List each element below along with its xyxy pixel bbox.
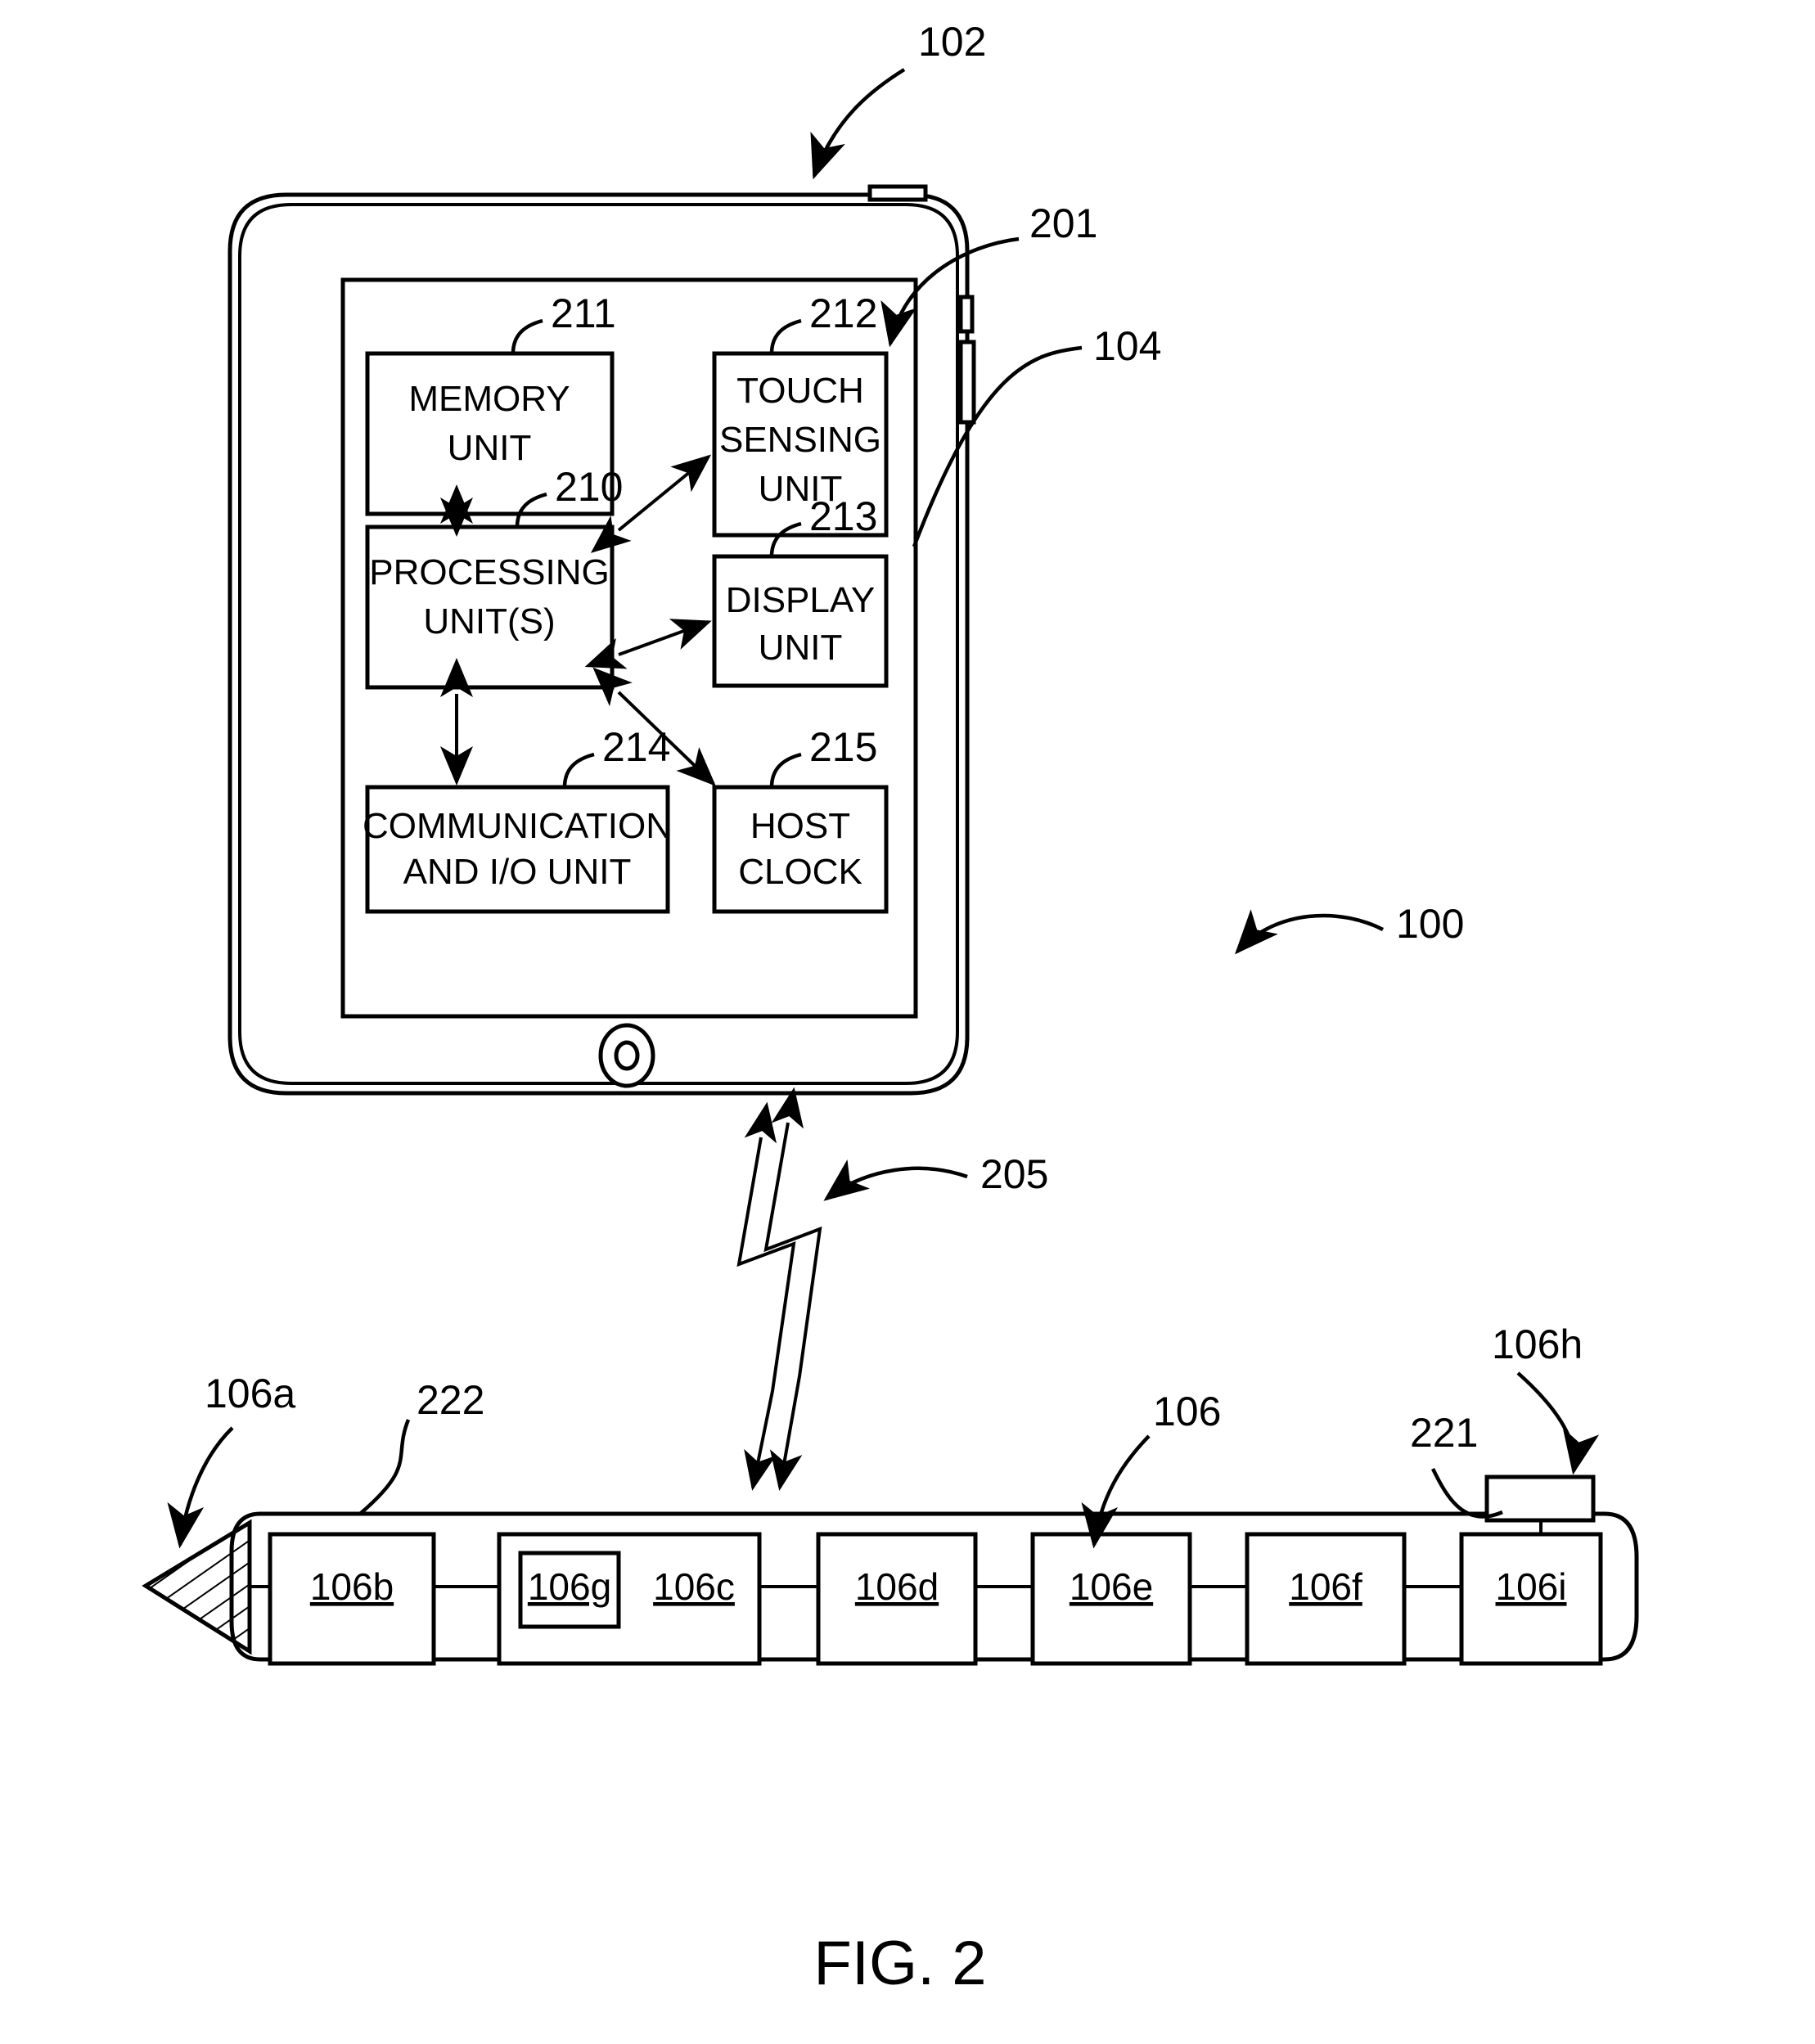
ref-205-label: 205 xyxy=(980,1151,1048,1197)
ref-212-label: 212 xyxy=(809,290,877,336)
block-display-unit: DISPLAY UNIT xyxy=(712,554,889,688)
right-edge-button-small[interactable] xyxy=(958,295,975,334)
stylus-block-106d-label: 106d xyxy=(855,1565,939,1608)
stylus-block-106c: 106c 106g xyxy=(497,1532,762,1666)
stylus-block-106i-label: 106i xyxy=(1496,1565,1567,1608)
block-clock-line2: CLOCK xyxy=(738,852,862,892)
block-memory-line1: MEMORY xyxy=(408,379,570,419)
ref-215-label: 215 xyxy=(809,724,877,770)
block-memory-line2: UNIT xyxy=(448,428,532,468)
ref-106-label: 106 xyxy=(1153,1389,1221,1434)
ref-213-label: 213 xyxy=(809,493,877,539)
ref-104-label: 104 xyxy=(1093,323,1161,369)
block-comm-line1: COMMUNICATION xyxy=(363,806,672,846)
ref-106a-label: 106a xyxy=(205,1371,295,1416)
ref-100-label: 100 xyxy=(1396,901,1464,947)
figure-caption: FIG. 2 xyxy=(813,1929,986,1998)
stylus-block-106f: 106f xyxy=(1245,1532,1407,1666)
stylus-block-106b-label: 106b xyxy=(310,1565,394,1608)
block-communication-io-unit: COMMUNICATION AND I/O UNIT xyxy=(363,785,672,914)
ref-222-label: 222 xyxy=(417,1377,484,1423)
stylus-block-106e-label: 106e xyxy=(1070,1565,1153,1608)
block-clock-line1: HOST xyxy=(750,806,850,846)
stylus-block-106e: 106e xyxy=(1030,1532,1192,1666)
stylus-block-106g: 106g xyxy=(518,1551,621,1629)
ref-211-label: 211 xyxy=(551,290,616,336)
ref-201-label: 201 xyxy=(1029,200,1097,246)
ref-221-label: 221 xyxy=(1410,1410,1478,1456)
stylus-block-106b: 106b xyxy=(268,1532,436,1666)
stylus-block-106g-label: 106g xyxy=(528,1565,611,1608)
block-processing-unit: PROCESSING UNIT(S) xyxy=(365,525,615,690)
block-comm-line2: AND I/O UNIT xyxy=(403,852,632,892)
stylus-block-106i: 106i xyxy=(1459,1532,1603,1666)
ref-106h-label: 106h xyxy=(1492,1321,1583,1367)
block-display-line2: UNIT xyxy=(759,628,843,668)
stylus-block-106f-label: 106f xyxy=(1289,1565,1362,1608)
stylus-block-106c-label: 106c xyxy=(653,1565,735,1608)
block-touch-line2: SENSING xyxy=(719,420,881,460)
top-edge-button[interactable] xyxy=(867,184,928,202)
block-processing-line1: PROCESSING xyxy=(369,552,609,592)
home-button[interactable] xyxy=(598,1023,655,1088)
block-host-clock: HOST CLOCK xyxy=(712,785,889,914)
patent-figure: 102 201 104 MEMORY UNIT 211 TOUCH SENSIN… xyxy=(0,0,1815,2044)
ref-210-label: 210 xyxy=(555,464,623,510)
block-touch-line1: TOUCH xyxy=(736,371,864,411)
block-processing-line2: UNIT(S) xyxy=(423,601,555,642)
block-display-line1: DISPLAY xyxy=(726,580,876,620)
right-edge-button-large[interactable] xyxy=(958,340,976,425)
stylus-block-106d: 106d xyxy=(816,1532,978,1666)
ref-102-label: 102 xyxy=(918,19,986,65)
